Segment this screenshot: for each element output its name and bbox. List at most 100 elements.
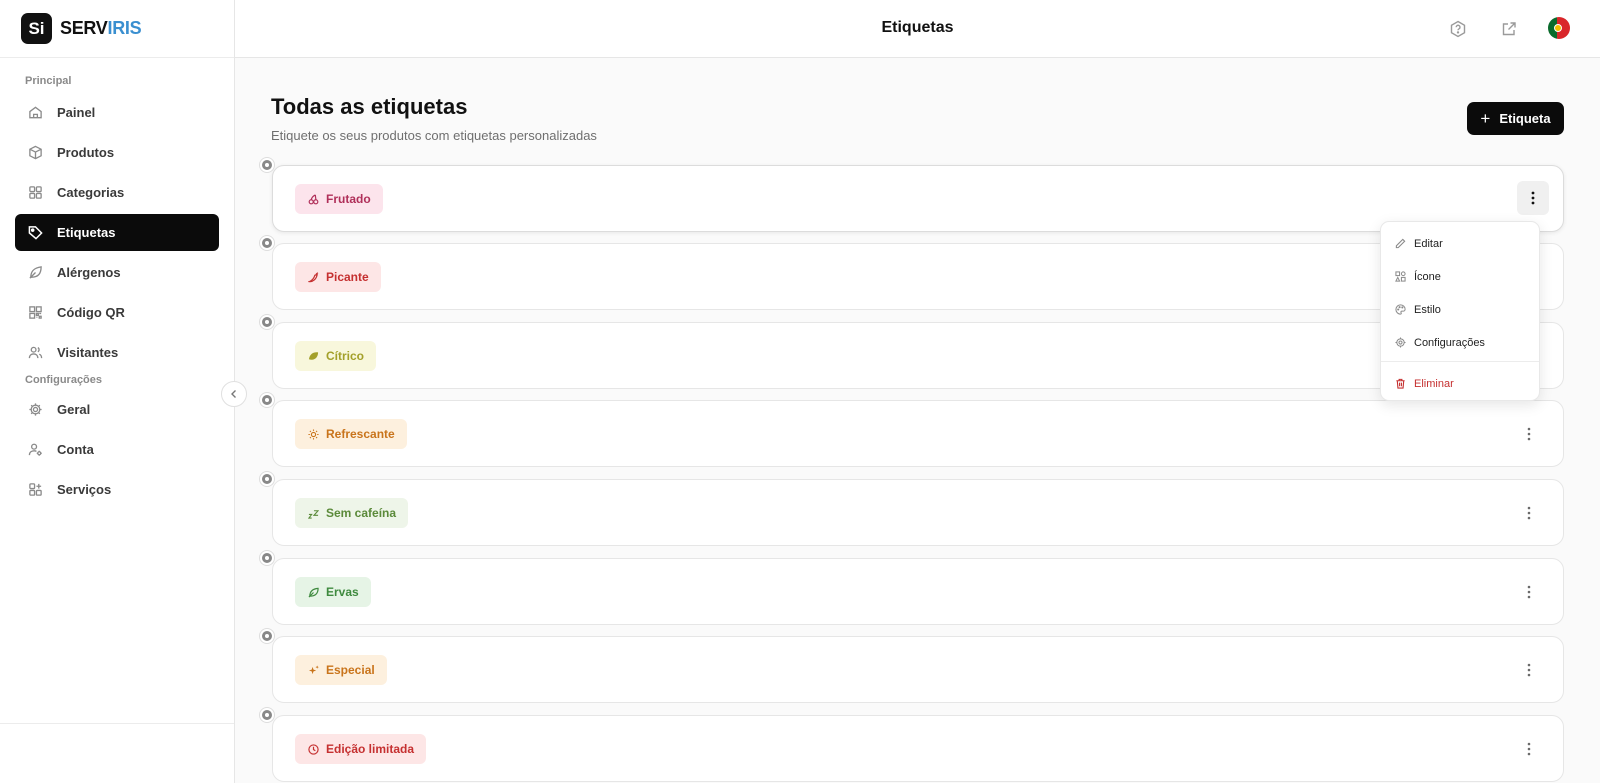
row-menu-button[interactable] xyxy=(1519,502,1539,524)
sparkle-icon xyxy=(307,664,319,676)
sidebar-item-codigo-qr[interactable]: Código QR xyxy=(15,294,219,331)
drag-handle[interactable] xyxy=(260,393,274,407)
sun-icon xyxy=(307,428,319,440)
citrus-icon xyxy=(307,350,319,362)
tag-label: Picante xyxy=(326,270,369,284)
gear-icon xyxy=(27,402,43,418)
drag-handle[interactable] xyxy=(260,708,274,722)
tag-row[interactable]: Frutado xyxy=(260,158,1564,232)
menu-item-eliminar[interactable]: Eliminar xyxy=(1381,367,1539,400)
sidebar-item-label: Conta xyxy=(57,442,94,457)
nav-section-principal: Principal xyxy=(25,75,72,87)
tag-row[interactable]: Refrescante xyxy=(260,393,1564,467)
add-tag-label: Etiqueta xyxy=(1499,111,1551,126)
sidebar-item-etiquetas[interactable]: Etiquetas xyxy=(15,214,219,251)
page-subtitle: Etiquete os seus produtos com etiquetas … xyxy=(271,128,597,143)
tag-row[interactable]: Sem cafeína xyxy=(260,472,1564,546)
tag-row[interactable]: Ervas xyxy=(260,551,1564,625)
tag-chip-sem-cafeina[interactable]: Sem cafeína xyxy=(295,498,409,528)
main-heading: Todas as etiquetas Etiquete os seus prod… xyxy=(271,94,597,143)
tag-row[interactable]: Picante xyxy=(260,236,1564,310)
top-header: Etiquetas xyxy=(235,0,1600,58)
drag-handle[interactable] xyxy=(260,472,274,486)
users-icon xyxy=(27,345,43,361)
tag-row[interactable]: Edição limitada xyxy=(260,708,1564,782)
tag-label: Cítrico xyxy=(326,349,365,363)
sidebar-item-produtos[interactable]: Produtos xyxy=(15,134,219,171)
menu-item-label: Editar xyxy=(1414,237,1443,250)
tag-icon xyxy=(27,225,43,241)
row-menu-button[interactable] xyxy=(1519,423,1539,445)
tag-chip-citrico[interactable]: Cítrico xyxy=(295,341,377,371)
tag-chip-edicao-limitada[interactable]: Edição limitada xyxy=(295,734,427,764)
drag-handle[interactable] xyxy=(260,158,274,172)
page-header-title: Etiquetas xyxy=(881,19,954,36)
sidebar-item-label: Produtos xyxy=(57,145,115,160)
more-vertical-icon xyxy=(1527,742,1531,756)
add-tag-button[interactable]: + Etiqueta xyxy=(1467,102,1564,135)
grid-plus-icon xyxy=(27,482,43,498)
box-icon xyxy=(27,145,43,161)
grid-icon xyxy=(27,185,43,201)
sidebar-item-label: Serviços xyxy=(57,482,112,497)
menu-item-icone[interactable]: Ícone xyxy=(1381,260,1539,293)
language-flag-button[interactable] xyxy=(1548,17,1570,39)
sidebar-item-label: Geral xyxy=(57,402,91,417)
drag-handle[interactable] xyxy=(260,315,274,329)
chili-icon xyxy=(307,271,319,283)
sidebar-footer xyxy=(0,723,234,783)
tag-label: Especial xyxy=(326,663,375,677)
more-vertical-icon xyxy=(1527,427,1531,441)
help-button[interactable] xyxy=(1446,17,1470,41)
help-icon xyxy=(1450,20,1466,38)
row-menu-button[interactable] xyxy=(1519,659,1539,681)
external-link-icon xyxy=(1502,22,1516,36)
sidebar: Si SERVIRIS Principal Painel Produtos Ca… xyxy=(0,0,235,783)
leaf-icon xyxy=(27,265,43,281)
sidebar-item-alergenos[interactable]: Alérgenos xyxy=(15,254,219,291)
row-menu-button[interactable] xyxy=(1519,581,1539,603)
chevron-left-icon xyxy=(231,390,236,398)
row-menu-button[interactable] xyxy=(1517,181,1549,215)
menu-item-label: Ícone xyxy=(1414,270,1441,283)
open-external-button[interactable] xyxy=(1497,17,1521,41)
tag-label: Sem cafeína xyxy=(326,506,397,520)
sidebar-item-servicos[interactable]: Serviços xyxy=(15,471,219,508)
qr-icon xyxy=(27,305,43,321)
tag-chip-especial[interactable]: Especial xyxy=(295,655,387,685)
drag-handle[interactable] xyxy=(260,236,274,250)
sidebar-item-geral[interactable]: Geral xyxy=(15,391,219,428)
collapse-sidebar-button[interactable] xyxy=(221,381,247,407)
plus-icon: + xyxy=(1480,109,1491,128)
drag-handle[interactable] xyxy=(260,629,274,643)
tag-chip-ervas[interactable]: Ervas xyxy=(295,577,371,607)
sidebar-item-conta[interactable]: Conta xyxy=(15,431,219,468)
tag-chip-picante[interactable]: Picante xyxy=(295,262,381,292)
tag-chip-refrescante[interactable]: Refrescante xyxy=(295,419,407,449)
menu-item-configuracoes[interactable]: Configurações xyxy=(1381,326,1539,359)
menu-item-label: Configurações xyxy=(1414,336,1485,349)
more-vertical-icon xyxy=(1527,585,1531,599)
drag-handle[interactable] xyxy=(260,551,274,565)
brand[interactable]: Si SERVIRIS xyxy=(0,0,234,58)
tag-row[interactable]: Cítrico xyxy=(260,315,1564,389)
sidebar-item-categorias[interactable]: Categorias xyxy=(15,174,219,211)
menu-item-estilo[interactable]: Estilo xyxy=(1381,293,1539,326)
page-title: Todas as etiquetas xyxy=(271,94,468,119)
sidebar-item-visitantes[interactable]: Visitantes xyxy=(15,334,219,371)
menu-item-label: Estilo xyxy=(1414,303,1441,316)
more-vertical-icon xyxy=(1527,506,1531,520)
clock-icon xyxy=(307,743,319,755)
row-menu-button[interactable] xyxy=(1519,738,1539,760)
tag-label: Frutado xyxy=(326,192,371,206)
sidebar-item-label: Categorias xyxy=(57,185,125,200)
tag-row[interactable]: Especial xyxy=(260,629,1564,703)
tag-chip-frutado[interactable]: Frutado xyxy=(295,184,383,214)
shapes-icon xyxy=(1394,271,1406,283)
gear-icon xyxy=(1394,337,1406,349)
zzz-icon xyxy=(307,507,319,519)
more-vertical-icon xyxy=(1531,191,1535,205)
menu-item-editar[interactable]: Editar xyxy=(1381,227,1539,260)
home-icon xyxy=(27,105,43,121)
sidebar-item-painel[interactable]: Painel xyxy=(15,94,219,131)
